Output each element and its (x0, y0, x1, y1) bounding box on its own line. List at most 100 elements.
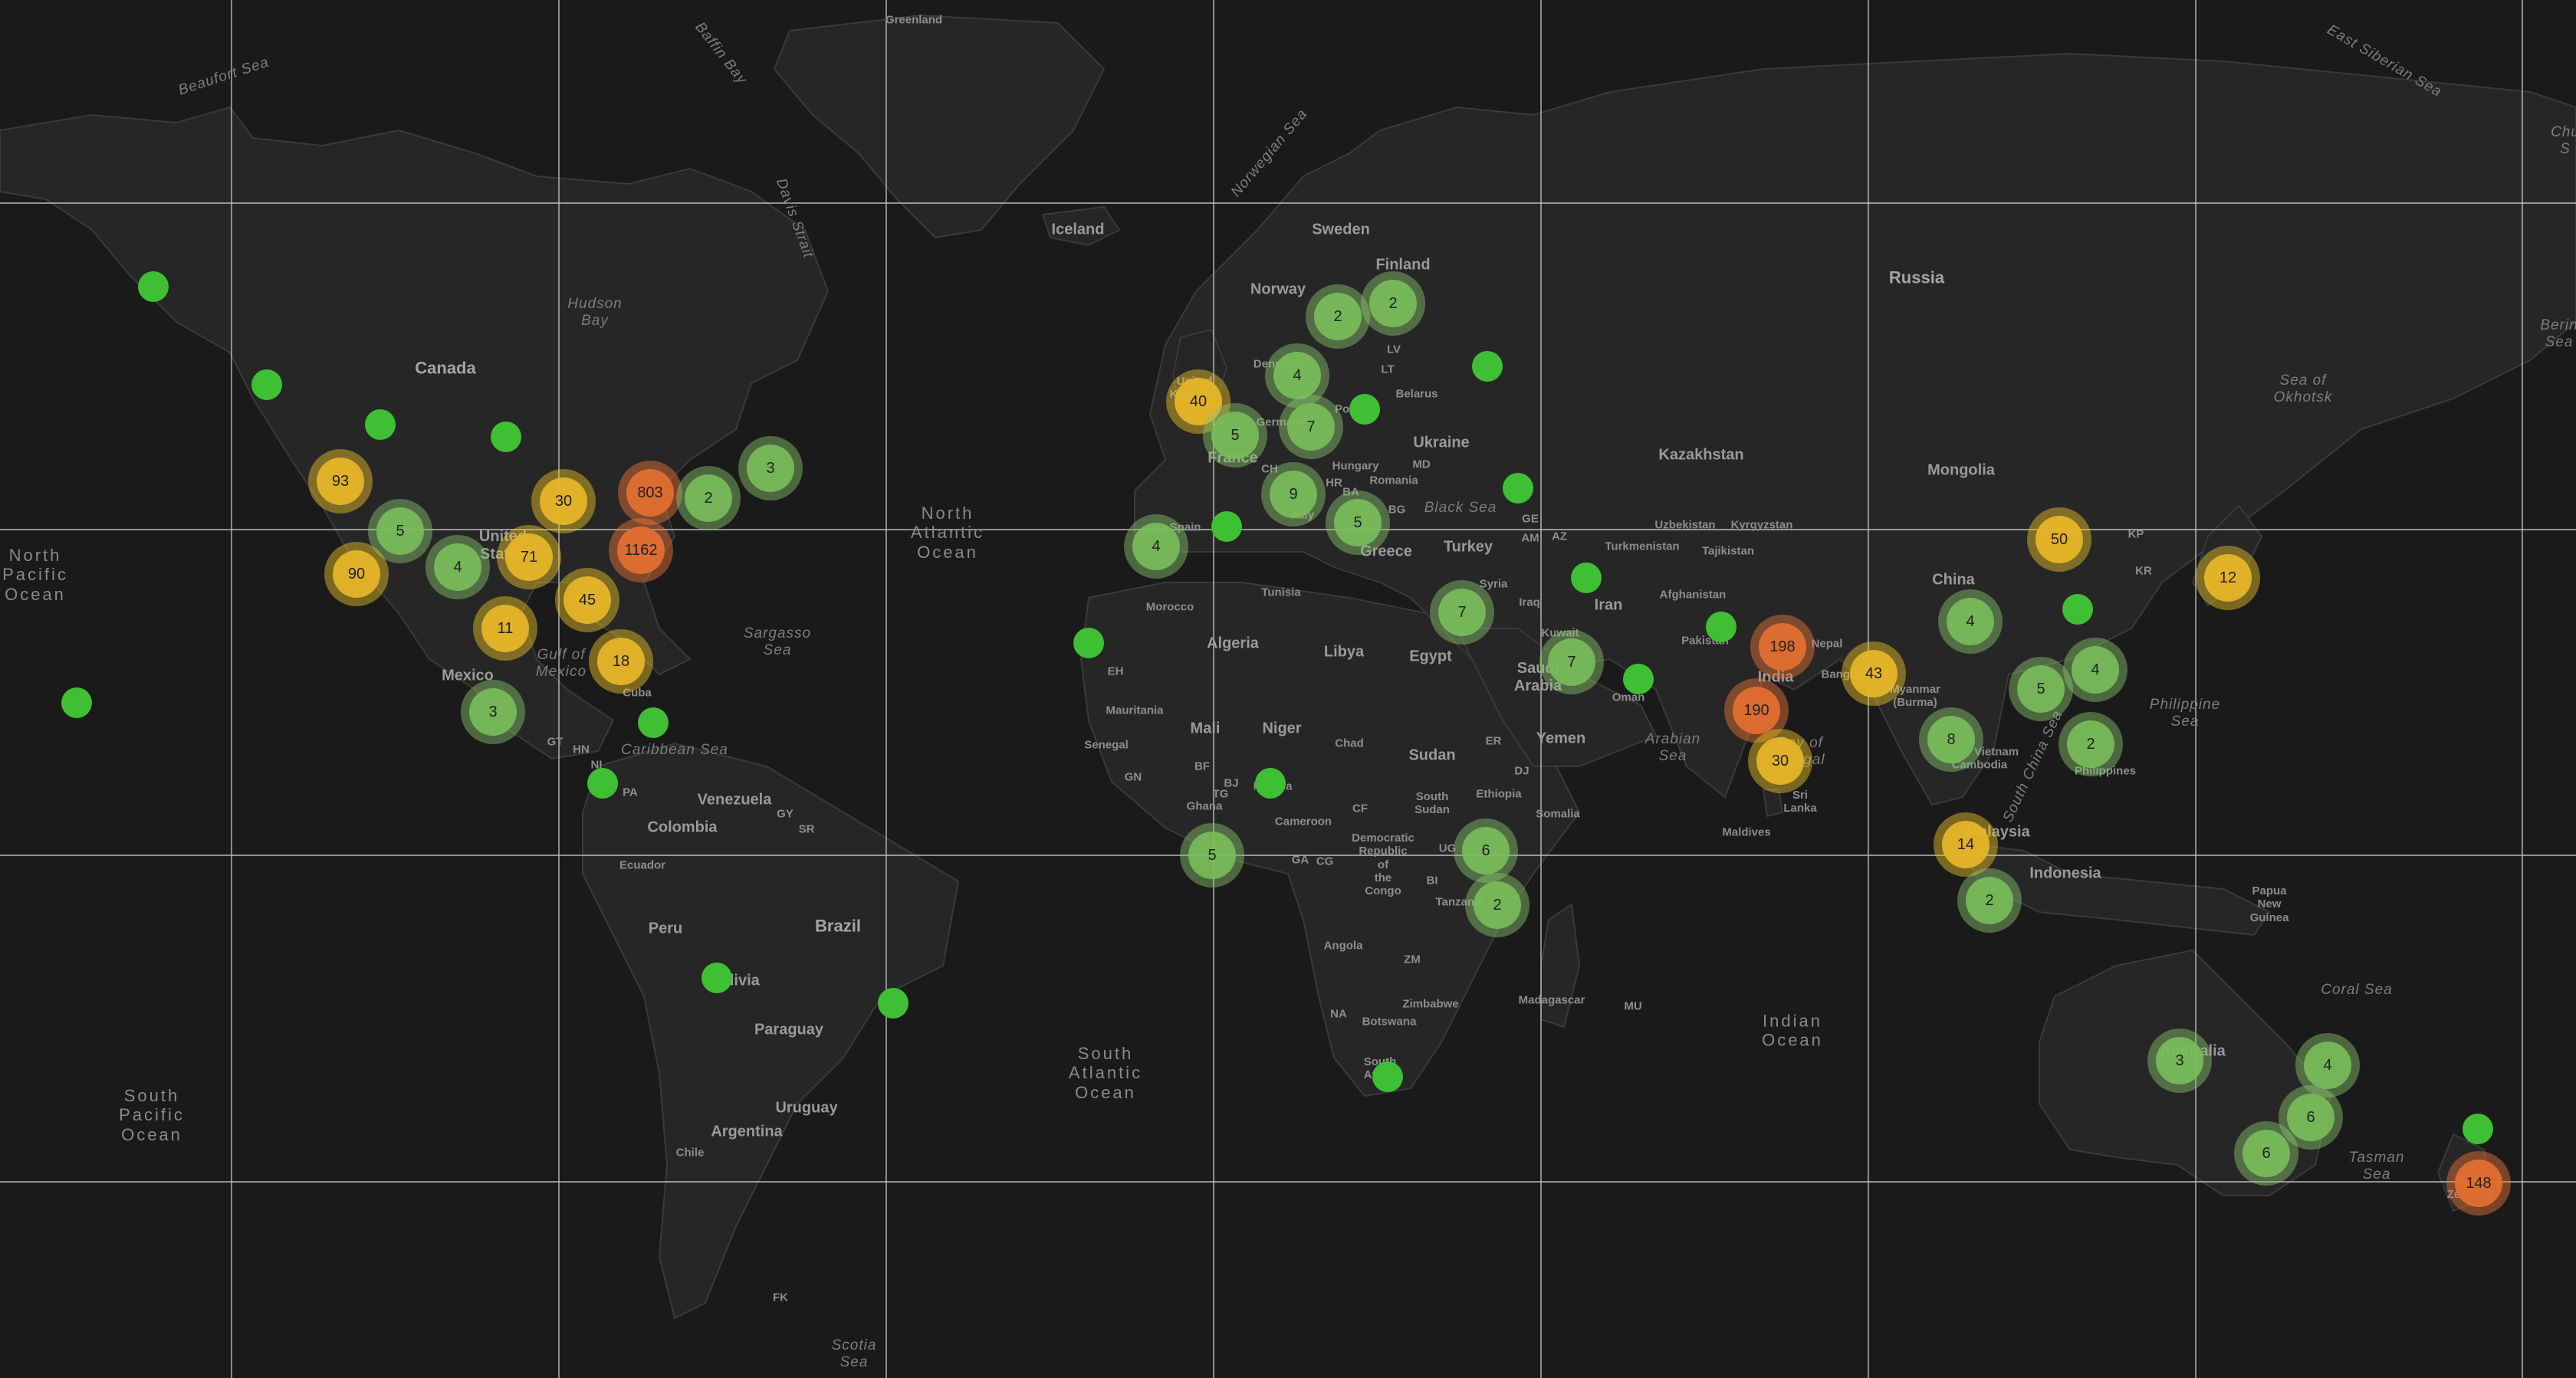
cluster-count-label: 2 (1314, 293, 1362, 340)
cluster-marker-small[interactable]: 4 (1938, 589, 2003, 654)
cluster-marker-small[interactable]: 3 (738, 436, 803, 500)
iceland-land (1041, 205, 1121, 247)
cluster-marker-small[interactable]: 2 (676, 466, 741, 530)
map-point-marker[interactable] (1706, 612, 1737, 642)
greenland-land (773, 14, 1106, 239)
cluster-count-label: 3 (2156, 1037, 2203, 1084)
cluster-count-label: 198 (1759, 623, 1806, 671)
cluster-count-label: 7 (1287, 403, 1335, 451)
cluster-marker-small[interactable]: 7 (1539, 630, 1604, 694)
map-point-marker[interactable] (878, 988, 909, 1019)
cluster-marker-medium[interactable]: 14 (1934, 812, 1998, 877)
cluster-count-label: 30 (540, 477, 587, 525)
cluster-marker-small[interactable]: 2 (1465, 873, 1530, 937)
cluster-count-label: 14 (1942, 821, 1990, 868)
cluster-marker-medium[interactable]: 43 (1842, 641, 1906, 706)
cluster-count-label: 6 (2242, 1130, 2290, 1177)
cluster-marker-medium[interactable]: 30 (531, 469, 596, 533)
cluster-marker-small[interactable]: 7 (1279, 395, 1343, 459)
cluster-marker-large[interactable]: 148 (2446, 1151, 2511, 1216)
map-point-marker[interactable] (251, 369, 282, 400)
map-point-marker[interactable] (61, 687, 92, 718)
cluster-count-label: 45 (564, 576, 611, 624)
cluster-marker-medium[interactable]: 71 (497, 525, 561, 589)
cluster-marker-small[interactable]: 2 (1361, 271, 1425, 336)
cluster-count-label: 2 (1369, 280, 1417, 327)
map-point-marker[interactable] (1571, 563, 1602, 593)
cluster-count-label: 30 (1756, 737, 1804, 785)
cluster-marker-small[interactable]: 3 (461, 680, 525, 744)
cluster-marker-medium[interactable]: 30 (1748, 729, 1812, 793)
cluster-marker-medium[interactable]: 45 (555, 568, 619, 632)
cluster-marker-small[interactable]: 2 (2058, 712, 2123, 776)
map-point-marker[interactable] (1255, 768, 1286, 799)
map-point-marker[interactable] (491, 422, 521, 452)
cluster-marker-small[interactable]: 4 (426, 535, 490, 599)
map-point-marker[interactable] (2463, 1114, 2493, 1144)
world-map[interactable]: North Pacific Ocean South Pacific Ocean North A… (0, 0, 2576, 1378)
map-basemap (0, 0, 2576, 1378)
map-point-marker[interactable] (1503, 473, 1533, 504)
cluster-count-label: 93 (317, 458, 364, 505)
cluster-count-label: 803 (626, 469, 674, 517)
map-point-marker[interactable] (638, 707, 669, 738)
cluster-count-label: 5 (1334, 499, 1382, 546)
map-point-marker[interactable] (1349, 394, 1380, 425)
map-point-marker[interactable] (1472, 351, 1503, 382)
cluster-count-label: 1162 (617, 527, 665, 574)
cluster-marker-small[interactable]: 5 (1180, 823, 1244, 887)
cluster-count-label: 3 (469, 688, 517, 736)
cluster-count-label: 9 (1270, 471, 1317, 518)
map-point-marker[interactable] (702, 963, 732, 993)
cluster-count-label: 5 (376, 507, 424, 555)
cluster-marker-small[interactable]: 9 (1261, 462, 1326, 527)
map-point-marker[interactable] (587, 768, 618, 799)
cluster-marker-large[interactable]: 803 (618, 461, 682, 525)
cluster-count-label: 50 (2036, 516, 2083, 563)
cluster-count-label: 2 (1474, 881, 1521, 929)
cluster-count-label: 6 (1462, 827, 1510, 874)
cluster-count-label: 4 (1132, 523, 1180, 570)
cluster-count-label: 4 (2072, 646, 2119, 694)
cluster-marker-medium[interactable]: 11 (473, 596, 537, 661)
cluster-count-label: 3 (747, 445, 794, 492)
cluster-marker-medium[interactable]: 93 (308, 449, 373, 513)
cluster-marker-small[interactable]: 6 (1454, 819, 1518, 883)
map-point-marker[interactable] (1073, 628, 1104, 658)
map-point-marker[interactable] (2062, 594, 2093, 625)
cluster-marker-small[interactable]: 3 (2147, 1029, 2212, 1093)
map-point-marker[interactable] (138, 271, 169, 302)
cluster-count-label: 8 (1927, 716, 1975, 763)
cluster-marker-large[interactable]: 1162 (609, 518, 673, 582)
cluster-count-label: 18 (597, 638, 645, 685)
cluster-marker-small[interactable]: 6 (2234, 1121, 2298, 1186)
north-america-land (0, 106, 830, 760)
cluster-marker-small[interactable]: 4 (2063, 638, 2128, 702)
cluster-marker-small[interactable]: 5 (1203, 403, 1267, 468)
cluster-marker-small[interactable]: 2 (1306, 284, 1370, 349)
south-america-land (582, 742, 960, 1320)
cluster-count-label: 71 (505, 533, 553, 581)
cluster-marker-medium[interactable]: 50 (2027, 507, 2091, 572)
cluster-count-label: 148 (2455, 1160, 2502, 1207)
cluster-marker-small[interactable]: 5 (1326, 491, 1390, 555)
landmasses (0, 14, 2576, 1320)
cluster-marker-small[interactable]: 7 (1430, 580, 1494, 645)
map-point-marker[interactable] (365, 409, 396, 440)
cluster-count-label: 4 (1273, 352, 1321, 399)
madagascar-land (1540, 903, 1581, 1029)
cluster-marker-large[interactable]: 198 (1750, 615, 1815, 679)
map-point-marker[interactable] (1372, 1061, 1403, 1092)
cluster-count-label: 5 (2017, 665, 2065, 713)
map-point-marker[interactable] (1211, 511, 1242, 542)
cluster-count-label: 4 (434, 543, 481, 591)
map-point-marker[interactable] (1623, 664, 1654, 694)
cluster-marker-medium[interactable]: 12 (2196, 546, 2260, 610)
cluster-count-label: 7 (1548, 638, 1595, 686)
cluster-marker-small[interactable]: 2 (1957, 868, 2022, 933)
cluster-count-label: 5 (1211, 412, 1259, 459)
cluster-marker-small[interactable]: 8 (1919, 707, 1983, 772)
cluster-marker-medium[interactable]: 90 (324, 542, 389, 606)
cluster-marker-small[interactable]: 4 (1124, 514, 1188, 579)
cluster-marker-medium[interactable]: 18 (589, 629, 653, 694)
